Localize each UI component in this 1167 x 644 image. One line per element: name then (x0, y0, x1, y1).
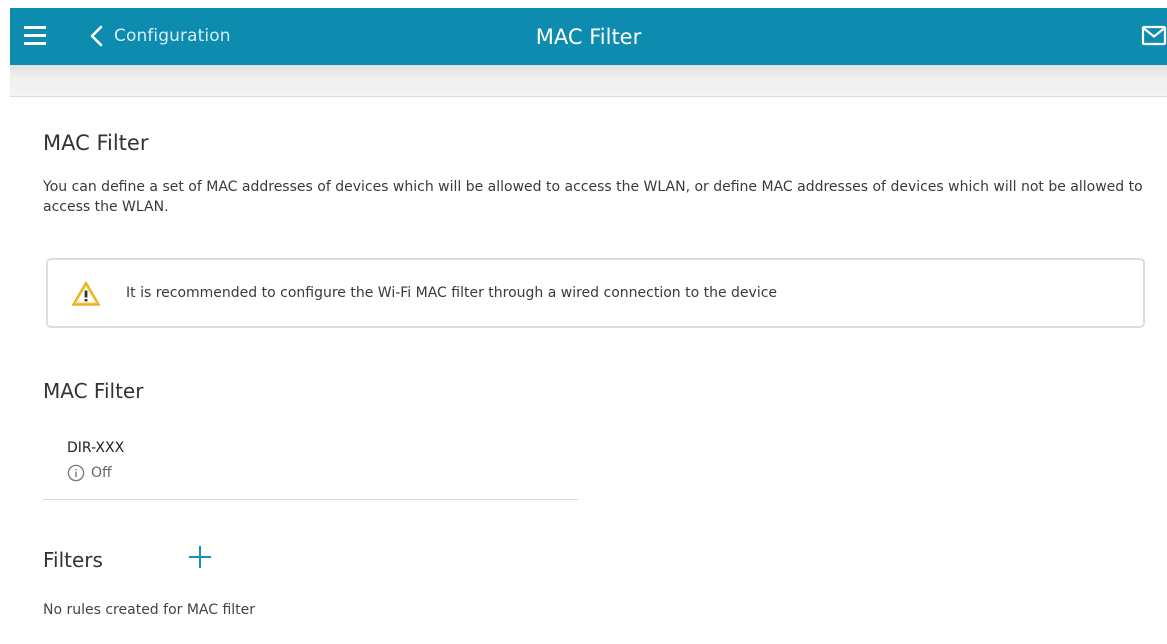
app-frame: Configuration MAC Filter MAC Filter You … (10, 8, 1167, 644)
device-list-item[interactable]: DIR-XXX Off (43, 428, 578, 500)
device-name: DIR-XXX (67, 440, 125, 456)
device-status: Off (67, 464, 112, 482)
mac-filter-subheading: MAC Filter (43, 379, 144, 403)
page-title: MAC Filter (535, 25, 642, 49)
header-shadow-divider (10, 65, 1167, 97)
warning-triangle-icon (71, 280, 101, 306)
add-filter-button[interactable] (186, 543, 214, 571)
warning-notice: It is recommended to configure the Wi-Fi… (46, 258, 1145, 328)
filters-subheading: Filters (43, 548, 103, 572)
empty-rules-message: No rules created for MAC filter (43, 602, 256, 618)
envelope-icon[interactable] (1141, 24, 1167, 48)
section-description: You can define a set of MAC addresses of… (43, 179, 1143, 215)
device-status-text: Off (91, 465, 112, 481)
section-heading: MAC Filter (43, 131, 149, 155)
info-circle-icon (67, 464, 85, 482)
plus-icon (189, 546, 211, 568)
warning-text: It is recommended to configure the Wi-Fi… (126, 285, 778, 301)
top-navigation-bar: Configuration MAC Filter (10, 8, 1167, 65)
